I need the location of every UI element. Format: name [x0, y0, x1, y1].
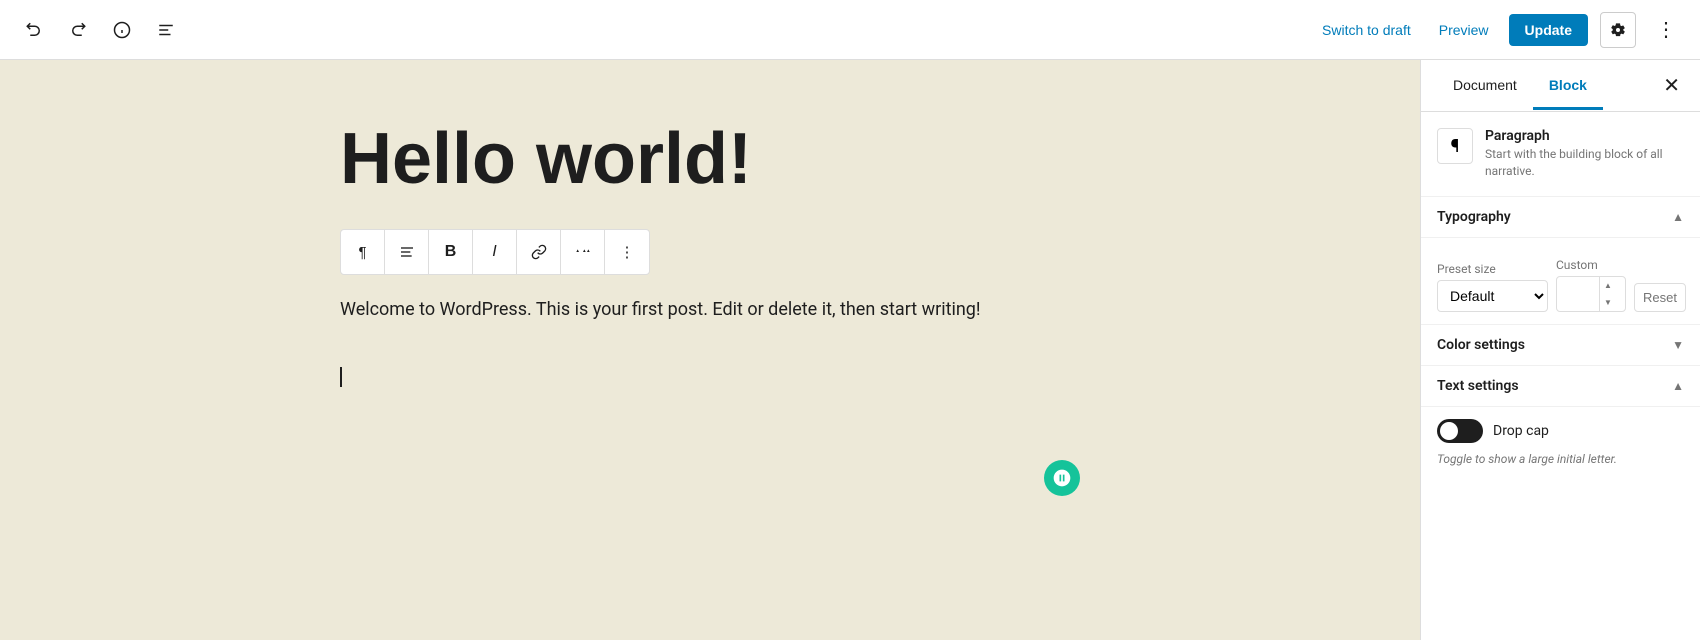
tabs-group: Document Block [1437, 63, 1603, 109]
typography-panel-header[interactable]: Typography ▲ [1421, 197, 1700, 238]
paragraph-style-button[interactable]: ¶ [341, 230, 385, 274]
redo-button[interactable] [60, 12, 96, 48]
text-settings-panel-title: Text settings [1437, 378, 1519, 394]
spin-up-button[interactable]: ▲ [1599, 277, 1616, 294]
block-info: ¶ Paragraph Start with the building bloc… [1421, 112, 1700, 197]
toggle-thumb [1440, 422, 1458, 440]
close-sidebar-button[interactable]: ✕ [1659, 69, 1684, 102]
color-settings-chevron-down-icon: ▼ [1672, 338, 1684, 352]
drop-cap-hint: Toggle to show a large initial letter. [1437, 451, 1684, 468]
custom-label: Custom [1556, 258, 1626, 272]
drop-cap-row: Drop cap [1437, 419, 1684, 443]
toggle-track [1437, 419, 1483, 443]
list-view-button[interactable] [148, 12, 184, 48]
typography-panel-content: Preset size Default Small Medium Large E… [1421, 238, 1700, 325]
sidebar-tabs: Document Block ✕ [1421, 60, 1700, 112]
reset-button[interactable]: Reset [1634, 283, 1686, 312]
undo-button[interactable] [16, 12, 52, 48]
post-title[interactable]: Hello world! [340, 120, 1080, 199]
text-cursor [340, 367, 342, 387]
drop-cap-label: Drop cap [1493, 423, 1549, 439]
grammarly-button[interactable] [1044, 460, 1080, 496]
info-button[interactable] [104, 12, 140, 48]
drop-cap-toggle[interactable] [1437, 419, 1483, 443]
more-options-button[interactable]: ⋮ [1648, 12, 1684, 48]
align-text-button[interactable] [385, 230, 429, 274]
custom-spinners: ▲ ▼ [1599, 277, 1616, 311]
custom-size-input[interactable] [1557, 280, 1599, 307]
preview-button[interactable]: Preview [1431, 16, 1497, 44]
italic-icon: I [492, 243, 496, 261]
more-rich-options-button[interactable] [561, 230, 605, 274]
preset-custom-row: Preset size Default Small Medium Large E… [1437, 258, 1684, 312]
tab-document[interactable]: Document [1437, 63, 1533, 110]
block-name: Paragraph [1485, 128, 1684, 144]
sidebar: Document Block ✕ ¶ Paragraph Start with … [1420, 60, 1700, 640]
typography-panel-title: Typography [1437, 209, 1511, 225]
italic-button[interactable]: I [473, 230, 517, 274]
switch-draft-button[interactable]: Switch to draft [1314, 16, 1419, 44]
toolbar-left [16, 12, 184, 48]
spin-down-button[interactable]: ▼ [1599, 294, 1616, 311]
settings-button[interactable] [1600, 12, 1636, 48]
typography-chevron-up-icon: ▲ [1672, 210, 1684, 224]
preset-wrap: Preset size Default Small Medium Large E… [1437, 262, 1548, 312]
color-settings-panel-header[interactable]: Color settings ▼ [1421, 325, 1700, 366]
top-bar: Switch to draft Preview Update ⋮ [0, 0, 1700, 60]
tab-block[interactable]: Block [1533, 63, 1603, 110]
editor-content: Hello world! ¶ B I ⋮ [340, 120, 1080, 407]
text-settings-chevron-up-icon: ▲ [1672, 379, 1684, 393]
custom-input-wrap: ▲ ▼ [1556, 276, 1626, 312]
toolbar-right: Switch to draft Preview Update ⋮ [1314, 12, 1684, 48]
text-settings-content: Drop cap Toggle to show a large initial … [1421, 407, 1700, 480]
block-info-text: Paragraph Start with the building block … [1485, 128, 1684, 180]
cursor-area[interactable] [340, 346, 1080, 407]
text-settings-panel-header[interactable]: Text settings ▲ [1421, 366, 1700, 407]
block-icon: ¶ [1437, 128, 1473, 164]
preset-label: Preset size [1437, 262, 1548, 276]
custom-wrap: Custom ▲ ▼ [1556, 258, 1626, 312]
block-toolbar: ¶ B I ⋮ [340, 229, 650, 275]
block-more-options-button[interactable]: ⋮ [605, 230, 649, 274]
link-button[interactable] [517, 230, 561, 274]
main-area: Hello world! ¶ B I ⋮ [0, 60, 1700, 640]
update-button[interactable]: Update [1509, 14, 1588, 46]
preset-size-select[interactable]: Default Small Medium Large Extra Large [1437, 280, 1548, 312]
color-settings-panel-title: Color settings [1437, 337, 1525, 353]
bold-icon: B [445, 243, 457, 261]
editor-area[interactable]: Hello world! ¶ B I ⋮ [0, 60, 1420, 640]
post-body[interactable]: Welcome to WordPress. This is your first… [340, 295, 1080, 326]
bold-button[interactable]: B [429, 230, 473, 274]
block-description: Start with the building block of all nar… [1485, 146, 1684, 180]
